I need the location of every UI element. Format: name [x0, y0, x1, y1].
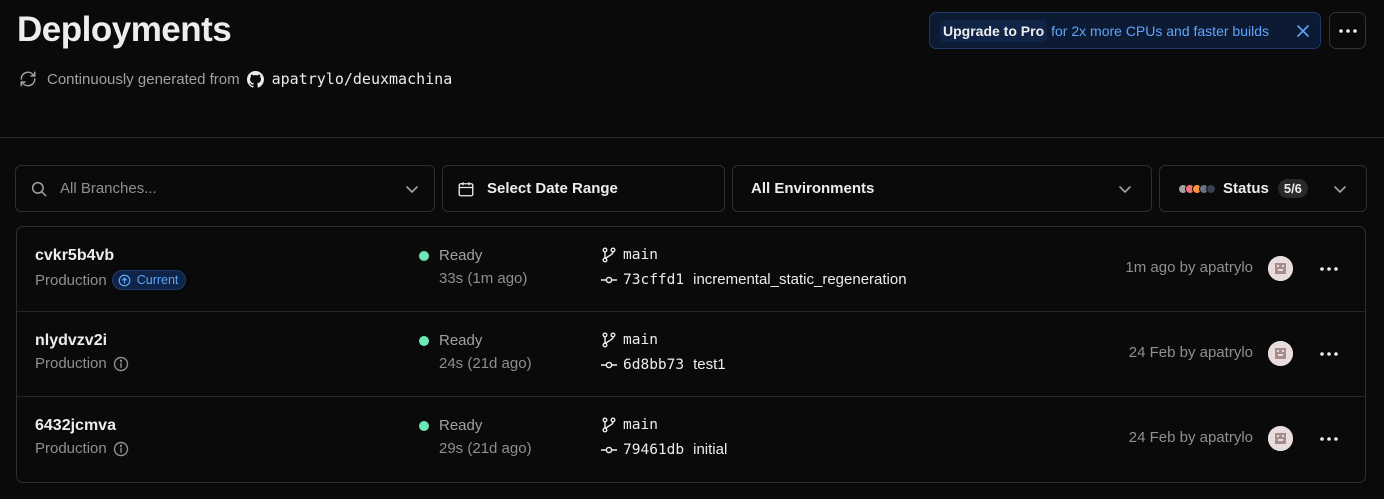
avatar[interactable]	[1268, 256, 1293, 281]
upgrade-promo-text: for 2x more CPUs and faster builds	[1051, 22, 1269, 39]
deployment-duration: 29s (21d ago)	[439, 440, 532, 457]
upgrade-button[interactable]: Upgrade to Pro	[940, 19, 1048, 42]
branch-name[interactable]: main	[623, 417, 658, 433]
environment-filter[interactable]: All Environments	[732, 165, 1152, 212]
deployment-row[interactable]: cvkr5b4vb Production Current Ready 33s (…	[17, 227, 1365, 312]
generated-prefix: Continuously generated from	[47, 70, 240, 88]
deployment-time: 24 Feb by apatrylo	[1128, 344, 1253, 361]
git-commit-icon	[601, 272, 617, 288]
avatar[interactable]	[1268, 426, 1293, 451]
git-commit-icon	[601, 357, 617, 373]
chevron-down-icon	[404, 181, 420, 197]
status-dots-icon	[1178, 183, 1216, 194]
environment-label: All Environments	[751, 180, 875, 197]
deployment-status: Ready	[419, 417, 482, 434]
deployments-list: cvkr5b4vb Production Current Ready 33s (…	[16, 226, 1366, 483]
deployment-duration: 33s (1m ago)	[439, 270, 528, 287]
environment-name: Production	[35, 355, 107, 372]
deployment-commit: 6d8bb73 test1	[601, 356, 726, 373]
status-dot	[419, 250, 429, 261]
chevron-down-icon	[1332, 181, 1348, 197]
ellipsis-icon	[1338, 28, 1357, 33]
header-divider	[0, 137, 1384, 138]
status-text: Ready	[439, 417, 483, 434]
branch-filter[interactable]: All Branches...	[15, 165, 435, 212]
status-count-badge: 5/6	[1277, 179, 1308, 198]
date-range-filter[interactable]: Select Date Range	[442, 165, 725, 212]
commit-sha[interactable]: 79461db	[623, 442, 684, 458]
ellipsis-icon	[1320, 352, 1338, 356]
commit-message[interactable]: initial	[693, 441, 727, 458]
date-range-label: Select Date Range	[487, 180, 618, 197]
close-icon[interactable]	[1296, 24, 1310, 38]
deployment-id[interactable]: 6432jcmva	[35, 417, 116, 435]
status-dot	[419, 420, 429, 431]
deployment-commit: 79461db initial	[601, 441, 727, 458]
deployment-environment: Production	[35, 440, 129, 457]
ellipsis-icon	[1320, 267, 1338, 271]
deployment-branch: main	[601, 247, 658, 263]
ellipsis-icon	[1320, 437, 1338, 441]
environment-name: Production	[35, 440, 107, 457]
refresh-icon	[19, 70, 37, 88]
arrow-up-circle-icon	[118, 274, 131, 287]
row-more-button[interactable]	[1317, 259, 1341, 279]
commit-sha[interactable]: 6d8bb73	[623, 357, 684, 373]
current-badge: Current	[111, 270, 187, 290]
branch-name[interactable]: main	[623, 332, 658, 348]
deployment-environment: Production	[35, 355, 129, 372]
git-branch-icon	[601, 417, 617, 433]
branch-filter-placeholder: All Branches...	[60, 180, 157, 197]
branch-name[interactable]: main	[623, 247, 658, 263]
commit-sha[interactable]: 73cffd1	[623, 272, 684, 288]
deployment-id[interactable]: cvkr5b4vb	[35, 247, 114, 265]
deployment-branch: main	[601, 332, 658, 348]
page-title: Deployments	[17, 10, 232, 49]
deployment-environment: Production Current	[35, 270, 187, 290]
environment-name: Production	[35, 271, 107, 289]
calendar-icon	[457, 180, 475, 198]
git-commit-icon	[601, 442, 617, 458]
upgrade-banner: Upgrade to Pro for 2x more CPUs and fast…	[929, 12, 1321, 49]
info-icon[interactable]	[113, 441, 129, 457]
source-line: Continuously generated from apatrylo/deu…	[19, 70, 452, 88]
current-badge-label: Current	[136, 273, 179, 287]
status-text: Ready	[439, 332, 483, 349]
deployment-row[interactable]: nlydvzv2i Production Ready 24s (21d ago)…	[17, 312, 1365, 397]
row-more-button[interactable]	[1317, 429, 1341, 449]
row-more-button[interactable]	[1317, 344, 1341, 364]
search-icon	[30, 180, 48, 198]
info-icon[interactable]	[113, 356, 129, 372]
deployment-id[interactable]: nlydvzv2i	[35, 332, 107, 350]
chevron-down-icon	[1117, 181, 1133, 197]
more-options-button[interactable]	[1329, 12, 1366, 49]
deployment-duration: 24s (21d ago)	[439, 355, 532, 372]
deployment-commit: 73cffd1 incremental_static_regeneration	[601, 271, 907, 288]
deployment-time: 24 Feb by apatrylo	[1128, 429, 1253, 446]
git-branch-icon	[601, 247, 617, 263]
commit-message[interactable]: incremental_static_regeneration	[693, 271, 906, 288]
repo-link[interactable]: apatrylo/deuxmachina	[272, 70, 453, 88]
status-color-dot	[1206, 183, 1216, 194]
commit-message[interactable]: test1	[693, 356, 726, 373]
deployment-status: Ready	[419, 332, 482, 349]
git-branch-icon	[601, 332, 617, 348]
status-filter[interactable]: Status 5/6	[1159, 165, 1367, 212]
deployment-row[interactable]: 6432jcmva Production Ready 29s (21d ago)…	[17, 397, 1365, 482]
status-dot	[419, 335, 429, 346]
status-text: Ready	[439, 247, 483, 264]
deployment-branch: main	[601, 417, 658, 433]
deployment-status: Ready	[419, 247, 482, 264]
github-icon	[246, 70, 264, 88]
avatar[interactable]	[1268, 341, 1293, 366]
deployment-time: 1m ago by apatrylo	[1125, 259, 1253, 276]
status-filter-label: Status	[1223, 180, 1269, 197]
